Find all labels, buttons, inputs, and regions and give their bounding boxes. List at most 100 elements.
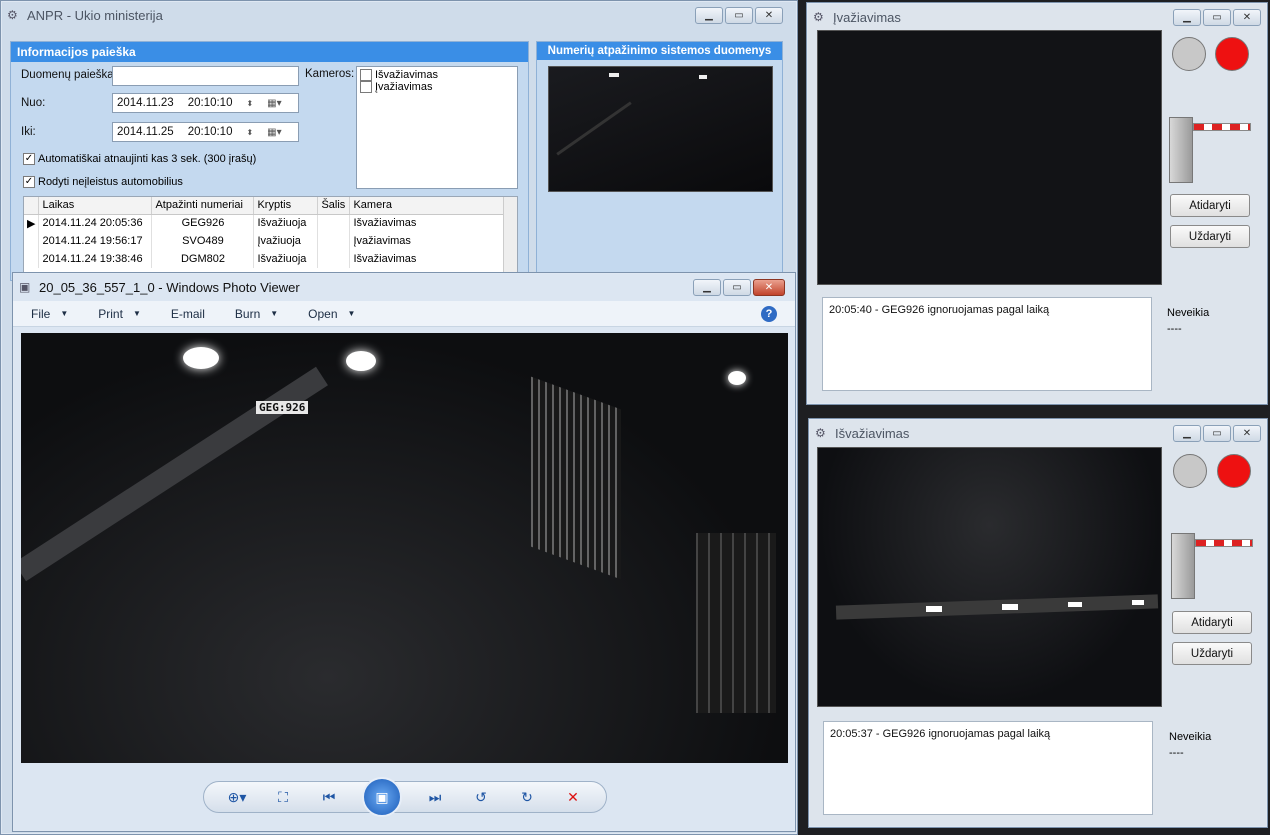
app-icon: ⚙ <box>815 426 826 440</box>
photo-app-icon: ▣ <box>19 280 31 294</box>
search-input[interactable] <box>112 66 299 86</box>
photo-viewer-menu: File ▼ Print ▼ E-mail Burn ▼ Open ▼ ? <box>13 301 795 327</box>
maximize-button[interactable]: ▭ <box>723 278 751 296</box>
entry-camera-window: ⚙ Įvažiavimas ▁ ▭ ✕ Atidaryti Uždaryti 2… <box>806 2 1268 405</box>
license-plate: GEG:926 <box>256 401 309 414</box>
spinner-icon[interactable]: ⬍ <box>246 128 253 137</box>
table-scrollbar[interactable] <box>503 197 517 275</box>
column-header-time[interactable]: Laikas <box>38 197 153 215</box>
maximize-button[interactable]: ▭ <box>725 6 753 24</box>
barrier-light <box>1132 600 1144 605</box>
camera-exit-checkbox[interactable] <box>360 69 372 82</box>
maximize-button[interactable]: ▭ <box>1203 424 1231 442</box>
lamp-glow <box>183 347 219 369</box>
entry-titlebar[interactable]: ⚙ Įvažiavimas ▁ ▭ ✕ <box>807 3 1267 31</box>
photo-image: GEG:926 <box>21 333 788 763</box>
rotate-left-icon[interactable]: ↺ <box>468 784 494 810</box>
close-button[interactable]: ✕ <box>753 278 785 296</box>
entry-status-sub: ---- <box>1167 323 1182 335</box>
app-icon: ⚙ <box>813 10 824 24</box>
camera-entry-checkbox[interactable] <box>360 81 372 94</box>
chevron-down-icon: ▼ <box>132 309 141 318</box>
menu-email[interactable]: E-mail <box>171 307 205 321</box>
exit-titlebar[interactable]: ⚙ Išvažiavimas ▁ ▭ ✕ <box>809 419 1267 447</box>
maximize-button[interactable]: ▭ <box>1203 8 1231 26</box>
column-header-plate[interactable]: Atpažinti numeriai <box>151 197 255 215</box>
barrier-light <box>1068 602 1082 607</box>
barrier-arm <box>21 366 328 582</box>
app-icon: ⚙ <box>7 8 18 22</box>
window-title: ANPR - Ukio ministerija <box>27 7 163 23</box>
barrier-icon <box>1169 117 1253 185</box>
exit-title: Išvažiavimas <box>835 425 910 441</box>
exit-status: Neveikia <box>1169 731 1212 743</box>
calendar-icon[interactable]: ▦▾ <box>267 127 281 138</box>
fit-window-icon[interactable]: ⛶ <box>270 784 296 810</box>
lamp-glow <box>728 371 746 385</box>
results-table: Laikas Atpažinti numeriai Kryptis Šalis … <box>23 196 518 276</box>
row-selected-icon: ▶ <box>24 214 40 232</box>
grey-signal-light <box>1172 37 1206 71</box>
previous-icon[interactable]: ⏮ <box>316 784 342 810</box>
table-row[interactable]: 2014.11.24 19:56:17 SVO489 Įvažiuoja Įva… <box>24 232 517 250</box>
delete-icon[interactable]: ✕ <box>560 784 586 810</box>
barrier-icon <box>1171 533 1255 601</box>
spinner-icon[interactable]: ⬍ <box>246 99 253 108</box>
camera-option-entry[interactable]: Įvažiavimas <box>360 81 514 94</box>
minimize-button[interactable]: ▁ <box>1173 424 1201 442</box>
from-date-input[interactable]: 2014.11.23 20:10:10 ⬍ ▦▾ <box>112 93 299 113</box>
camera-option-exit[interactable]: Išvažiavimas <box>360 69 514 82</box>
table-row[interactable]: 2014.11.24 19:38:46 DGM802 Išvažiuoja Iš… <box>24 250 517 268</box>
calendar-icon[interactable]: ▦▾ <box>267 98 281 109</box>
red-signal-light <box>1215 37 1249 71</box>
chevron-down-icon: ▼ <box>347 309 356 318</box>
barrier-light <box>926 606 942 612</box>
close-barrier-button[interactable]: Uždaryti <box>1172 642 1252 665</box>
close-button[interactable]: ✕ <box>1233 424 1261 442</box>
exit-camera-feed <box>817 447 1162 707</box>
column-header-country[interactable]: Šalis <box>317 197 351 215</box>
recognition-panel-header: Numerių atpažinimo sistemos duomenys <box>537 42 782 60</box>
entry-title: Įvažiavimas <box>833 9 901 25</box>
column-header-camera[interactable]: Kamera <box>349 197 517 215</box>
next-icon[interactable]: ⏭ <box>422 784 448 810</box>
from-label: Nuo: <box>21 97 46 109</box>
menu-open[interactable]: Open ▼ <box>308 307 355 321</box>
to-date-input[interactable]: 2014.11.25 20:10:10 ⬍ ▦▾ <box>112 122 299 142</box>
menu-print[interactable]: Print ▼ <box>98 307 141 321</box>
show-unauthorized-checkbox[interactable]: ✓ <box>23 176 35 189</box>
close-button[interactable]: ✕ <box>1233 8 1261 26</box>
open-barrier-button[interactable]: Atidaryti <box>1172 611 1252 634</box>
gate-door <box>696 533 776 713</box>
show-unauthorized-option[interactable]: ✓ Rodyti neįleistus automobilius <box>23 176 183 189</box>
search-label: Duomenų paieška <box>21 69 114 81</box>
cameras-list: Išvažiavimas Įvažiavimas <box>356 66 518 189</box>
entry-event-log: 20:05:40 - GEG926 ignoruojamas pagal lai… <box>822 297 1152 391</box>
minimize-button[interactable]: ▁ <box>1173 8 1201 26</box>
grey-signal-light <box>1173 454 1207 488</box>
minimize-button[interactable]: ▁ <box>693 278 721 296</box>
photo-viewer-titlebar[interactable]: ▣ 20_05_36_557_1_0 - Windows Photo Viewe… <box>13 273 795 301</box>
recognition-camera-image <box>548 66 773 192</box>
slideshow-button[interactable]: ▣ <box>362 777 402 817</box>
table-row[interactable]: ▶ 2014.11.24 20:05:36 GEG926 Išvažiuoja … <box>24 214 517 232</box>
photo-viewer-window: ▣ 20_05_36_557_1_0 - Windows Photo Viewe… <box>12 272 796 832</box>
open-barrier-button[interactable]: Atidaryti <box>1170 194 1250 217</box>
anpr-titlebar[interactable]: ⚙ ANPR - Ukio ministerija ▁ ▭ ✕ <box>1 1 797 29</box>
chevron-down-icon: ▼ <box>60 309 69 318</box>
rotate-right-icon[interactable]: ↻ <box>514 784 540 810</box>
column-header-direction[interactable]: Kryptis <box>253 197 319 215</box>
auto-refresh-checkbox[interactable]: ✓ <box>23 153 35 166</box>
close-barrier-button[interactable]: Uždaryti <box>1170 225 1250 248</box>
close-button[interactable]: ✕ <box>755 6 783 24</box>
menu-file[interactable]: File ▼ <box>31 307 68 321</box>
photo-viewer-title: 20_05_36_557_1_0 - Windows Photo Viewer <box>39 279 300 295</box>
recognition-panel: Numerių atpažinimo sistemos duomenys <box>536 41 783 281</box>
minimize-button[interactable]: ▁ <box>695 6 723 24</box>
help-icon[interactable]: ? <box>761 305 777 322</box>
zoom-icon[interactable]: ⊕▾ <box>224 784 250 810</box>
auto-refresh-option[interactable]: ✓ Automatiškai atnaujinti kas 3 sek. (300… <box>23 153 256 166</box>
lamp-glow <box>346 351 376 371</box>
search-panel-header: Informacijos paieška <box>11 42 528 62</box>
menu-burn[interactable]: Burn ▼ <box>235 307 278 321</box>
